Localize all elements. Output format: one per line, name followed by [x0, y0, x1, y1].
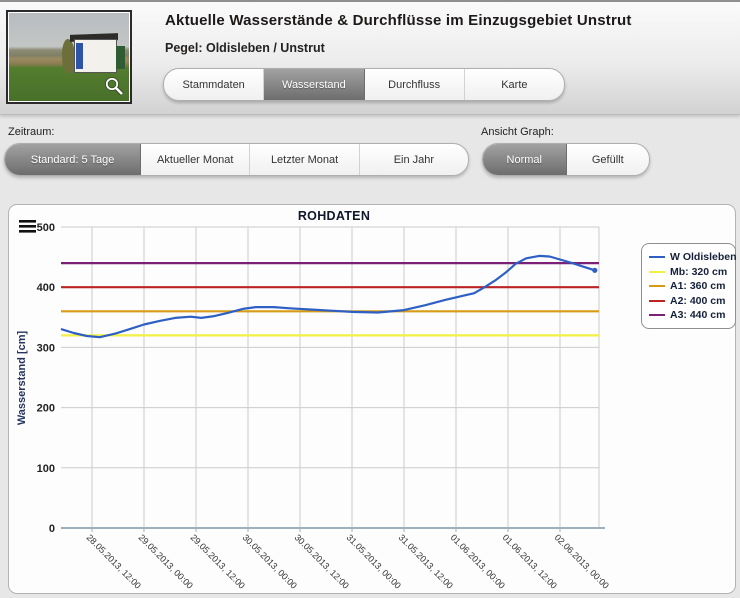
x-tick-label: 02.06.2013, 00:00 [553, 532, 611, 590]
series-last-point-marker [592, 268, 597, 273]
zeitraum-option-aktueller-monat[interactable]: Aktueller Monat [141, 144, 250, 175]
shed-shape [116, 46, 126, 69]
x-tick-label: 01.06.2013, 00:00 [449, 532, 507, 590]
series-line-w-oldisleben [62, 256, 595, 337]
ansicht-button-group: Normal Gefüllt [482, 143, 650, 176]
y-tick-label: 300 [37, 342, 55, 354]
x-tick-label: 30.05.2013, 00:00 [241, 532, 299, 590]
legend-label: A3: 440 cm [670, 309, 725, 321]
tab-bar: Stammdaten Wasserstand Durchfluss Karte [163, 68, 565, 101]
tab-durchfluss[interactable]: Durchfluss [365, 69, 465, 100]
chart-legend: W Oldisleben Mb: 320 cm A1: 360 cm A2: 4… [641, 243, 736, 329]
magnifier-icon [103, 76, 125, 98]
legend-color-dash [649, 300, 665, 302]
station-photo-thumbnail[interactable] [6, 10, 132, 104]
station-subtitle: Pegel: Oldisleben / Unstrut [165, 41, 325, 55]
x-tick-label: 01.06.2013, 12:00 [501, 532, 559, 590]
legend-color-dash [649, 271, 665, 273]
y-tick-label: 500 [37, 222, 55, 234]
legend-color-dash [649, 314, 665, 316]
legend-item-mb[interactable]: Mb: 320 cm [649, 265, 728, 280]
y-tick-label: 0 [49, 523, 55, 535]
legend-color-dash [649, 285, 665, 287]
x-tick-label: 28.05.2013, 12:00 [85, 532, 143, 590]
tab-wasserstand[interactable]: Wasserstand [264, 69, 364, 100]
legend-item-a3[interactable]: A3: 440 cm [649, 308, 728, 323]
zeitraum-label: Zeitraum: [8, 126, 54, 138]
station-photo-scene [9, 13, 129, 101]
legend-color-dash [649, 256, 665, 258]
chart-plot-area: 010020030040050028.05.2013, 12:0029.05.2… [9, 205, 735, 593]
legend-label: A2: 400 cm [670, 295, 725, 307]
legend-item-w-oldisleben[interactable]: W Oldisleben [649, 250, 728, 265]
chart-title: ROHDATEN [64, 209, 604, 223]
x-tick-label: 30.05.2013, 12:00 [293, 532, 351, 590]
zeitraum-option-standard-5-tage[interactable]: Standard: 5 Tage [5, 144, 141, 175]
x-tick-label: 31.05.2013, 00:00 [345, 532, 403, 590]
chart-menu-icon[interactable] [19, 220, 36, 233]
y-tick-label: 100 [37, 463, 55, 475]
legend-label: W Oldisleben [670, 251, 737, 263]
page-header: Aktuelle Wasserstände & Durchflüsse im E… [0, 2, 740, 115]
tab-stammdaten[interactable]: Stammdaten [164, 69, 264, 100]
legend-item-a2[interactable]: A2: 400 cm [649, 294, 728, 309]
page-title: Aktuelle Wasserstände & Durchflüsse im E… [165, 12, 730, 29]
zeitraum-option-letzter-monat[interactable]: Letzter Monat [250, 144, 359, 175]
x-tick-label: 29.05.2013, 00:00 [137, 532, 195, 590]
pegel-page: { "header": { "title": "Aktuelle Wassers… [0, 0, 740, 592]
chart-panel: ROHDATEN 0 100 200 300 400 500 28.05.2013, 12:… [8, 204, 736, 594]
legend-item-a1[interactable]: A1: 360 cm [649, 279, 728, 294]
zeitraum-button-group: Standard: 5 Tage Aktueller Monat Letzter… [4, 143, 469, 176]
y-axis-title: Wasserstand [cm] [16, 330, 28, 425]
x-tick-label: 29.05.2013, 12:00 [189, 532, 247, 590]
hut-door-shape [76, 43, 83, 69]
ansicht-graph-label: Ansicht Graph: [481, 126, 554, 138]
x-tick-label: 31.05.2013, 12:00 [397, 532, 455, 590]
tab-karte[interactable]: Karte [465, 69, 564, 100]
y-tick-label: 200 [37, 403, 55, 415]
zeitraum-option-ein-jahr[interactable]: Ein Jahr [360, 144, 468, 175]
legend-label: Mb: 320 cm [670, 266, 727, 278]
y-tick-label: 400 [37, 282, 55, 294]
ansicht-option-gefuellt[interactable]: Gefüllt [567, 144, 650, 175]
legend-label: A1: 360 cm [670, 280, 725, 292]
ansicht-option-normal[interactable]: Normal [483, 144, 567, 175]
